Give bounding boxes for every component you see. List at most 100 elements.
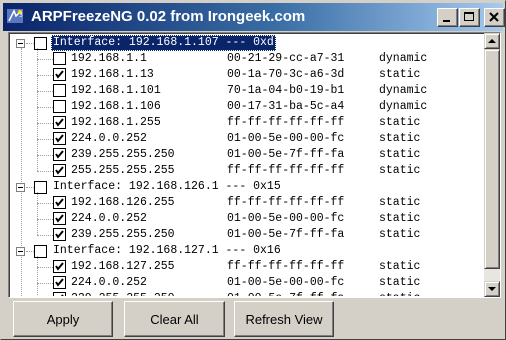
- interface-checkbox[interactable]: [34, 245, 47, 258]
- mac-address: 01-00-5e-7f-ff-fa: [227, 228, 345, 241]
- arp-entry-row[interactable]: 192.168.1.1 00-21-29-cc-a7-31 dynamic: [11, 51, 481, 67]
- tree-connector: [37, 219, 53, 220]
- ip-address: 224.0.0.252: [71, 132, 147, 145]
- checkmark-icon: [55, 278, 64, 287]
- arp-entry-row[interactable]: 239.255.255.250 01-00-5e-7f-ff-fa static: [11, 147, 481, 163]
- vertical-scrollbar[interactable]: [484, 33, 500, 297]
- apply-button[interactable]: Apply: [13, 301, 113, 337]
- arp-entry-checkbox[interactable]: [53, 212, 66, 225]
- tree-connector: [37, 139, 53, 140]
- ip-address: 224.0.0.252: [71, 212, 147, 225]
- arp-entry-checkbox[interactable]: [53, 196, 66, 209]
- arp-entry-row[interactable]: 192.168.1.101 70-1a-04-b0-19-b1 dynamic: [11, 83, 481, 99]
- tree-connector: [37, 155, 53, 156]
- arp-entry-checkbox[interactable]: [53, 228, 66, 241]
- tree-connector: [37, 59, 53, 60]
- scroll-up-button[interactable]: [484, 33, 500, 49]
- mac-address: 01-00-5e-7f-ff-fa: [227, 148, 345, 161]
- interface-checkbox[interactable]: [34, 37, 47, 50]
- refresh-view-button[interactable]: Refresh View: [234, 301, 334, 337]
- maximize-button[interactable]: [459, 8, 480, 27]
- arp-entry-checkbox[interactable]: [53, 292, 66, 296]
- window-title: ARPFreezeNG 0.02 from Irongeek.com: [31, 8, 306, 25]
- mac-address: 00-21-29-cc-a7-31: [227, 52, 345, 65]
- interface-group-row[interactable]: Interface: 192.168.1.107 --- 0xd: [11, 35, 481, 51]
- collapse-toggle-icon[interactable]: [16, 183, 25, 192]
- arp-entry-row[interactable]: 224.0.0.252 01-00-5e-00-00-fc static: [11, 275, 481, 291]
- collapse-toggle-icon[interactable]: [16, 39, 25, 48]
- arp-entry-row[interactable]: 255.255.255.255 ff-ff-ff-ff-ff-ff static: [11, 163, 481, 179]
- interface-label[interactable]: Interface: 192.168.126.1 --- 0x15: [51, 179, 283, 195]
- tree-connector: [37, 48, 38, 171]
- maximize-icon: [464, 12, 474, 21]
- title-bar[interactable]: 3 ARPFreezeNG 0.02 from Irongeek.com: [3, 3, 505, 31]
- checkmark-icon: [55, 166, 64, 175]
- tree-connector: [37, 91, 53, 92]
- arp-entry-checkbox[interactable]: [53, 132, 66, 145]
- tree-connector: [37, 203, 53, 204]
- arp-entry-row[interactable]: 239.255.255.250 01-00-5e-7f-ff-fa static: [11, 227, 481, 243]
- interface-checkbox[interactable]: [34, 181, 47, 194]
- entry-type: static: [379, 164, 421, 177]
- tree-connector: [37, 235, 53, 236]
- mac-address: ff-ff-ff-ff-ff-ff: [227, 116, 345, 129]
- mac-address: 01-00-5e-7f-ff-fa: [227, 291, 344, 296]
- checkmark-icon: [55, 118, 64, 127]
- entry-type: static: [379, 196, 421, 209]
- collapse-toggle-icon[interactable]: [16, 247, 25, 256]
- arp-entry-row[interactable]: 239.255.255.250 01-00-5e-7f-ff-fa static: [11, 291, 481, 296]
- entry-type: dynamic: [379, 52, 428, 65]
- entry-type: dynamic: [379, 100, 428, 113]
- ip-address: 192.168.1.1: [71, 52, 147, 65]
- entry-type: static: [379, 148, 421, 161]
- interface-label[interactable]: Interface: 192.168.1.107 --- 0xd: [51, 35, 276, 51]
- arp-entry-row[interactable]: 192.168.127.255 ff-ff-ff-ff-ff-ff static: [11, 259, 481, 275]
- entry-type: dynamic: [379, 84, 428, 97]
- arp-entry-checkbox[interactable]: [53, 260, 66, 273]
- entry-type: static: [379, 260, 421, 273]
- tree-connector: [37, 267, 53, 268]
- arp-entry-checkbox[interactable]: [53, 52, 66, 65]
- arp-entry-row[interactable]: 192.168.1.255 ff-ff-ff-ff-ff-ff static: [11, 115, 481, 131]
- checkmark-icon: [55, 198, 64, 207]
- arp-entry-row[interactable]: 192.168.1.106 00-17-31-ba-5c-a4 dynamic: [11, 99, 481, 115]
- arp-entry-row[interactable]: 192.168.126.255 ff-ff-ff-ff-ff-ff static: [11, 195, 481, 211]
- mac-address: 00-1a-70-3c-a6-3d: [227, 68, 345, 81]
- arp-entry-checkbox[interactable]: [53, 164, 66, 177]
- arp-tree-view[interactable]: Interface: 192.168.1.107 --- 0xd 192.168.…: [8, 32, 501, 298]
- ip-address: 192.168.1.255: [71, 116, 161, 129]
- mac-address: 70-1a-04-b0-19-b1: [227, 84, 345, 97]
- arp-entry-checkbox[interactable]: [53, 116, 66, 129]
- checkmark-icon: [55, 262, 64, 271]
- ip-address: 192.168.1.106: [71, 100, 161, 113]
- tree-connector: [37, 256, 38, 296]
- clear-all-button[interactable]: Clear All: [124, 301, 225, 337]
- arp-entry-row[interactable]: 192.168.1.13 00-1a-70-3c-a6-3d static: [11, 67, 481, 83]
- app-icon: 3: [6, 7, 26, 27]
- arp-entry-checkbox[interactable]: [53, 276, 66, 289]
- checkmark-icon: [55, 150, 64, 159]
- checkmark-icon: [55, 134, 64, 143]
- interface-group-row[interactable]: Interface: 192.168.127.1 --- 0x16: [11, 243, 481, 259]
- interface-label[interactable]: Interface: 192.168.127.1 --- 0x16: [51, 243, 283, 259]
- mac-address: ff-ff-ff-ff-ff-ff: [227, 196, 345, 209]
- minimize-button[interactable]: [437, 8, 458, 27]
- tree-connector: [26, 43, 34, 44]
- entry-type: static: [379, 116, 421, 129]
- interface-group-row[interactable]: Interface: 192.168.126.1 --- 0x15: [11, 179, 481, 195]
- scroll-thumb[interactable]: [484, 49, 500, 269]
- ip-address: 239.255.255.250: [71, 291, 175, 296]
- arp-entry-row[interactable]: 224.0.0.252 01-00-5e-00-00-fc static: [11, 211, 481, 227]
- app-window: 3 ARPFreezeNG 0.02 from Irongeek.com Int…: [0, 0, 506, 340]
- ip-address: 192.168.1.101: [71, 84, 161, 97]
- entry-type: static: [379, 132, 421, 145]
- tree-connector: [37, 192, 38, 235]
- scroll-down-button[interactable]: [484, 281, 500, 297]
- arp-entry-row[interactable]: 224.0.0.252 01-00-5e-00-00-fc static: [11, 131, 481, 147]
- arrow-down-icon: [488, 287, 496, 291]
- arp-entry-checkbox[interactable]: [53, 148, 66, 161]
- arp-entry-checkbox[interactable]: [53, 68, 66, 81]
- arp-entry-checkbox[interactable]: [53, 100, 66, 113]
- arp-entry-checkbox[interactable]: [53, 84, 66, 97]
- close-button[interactable]: [484, 8, 505, 27]
